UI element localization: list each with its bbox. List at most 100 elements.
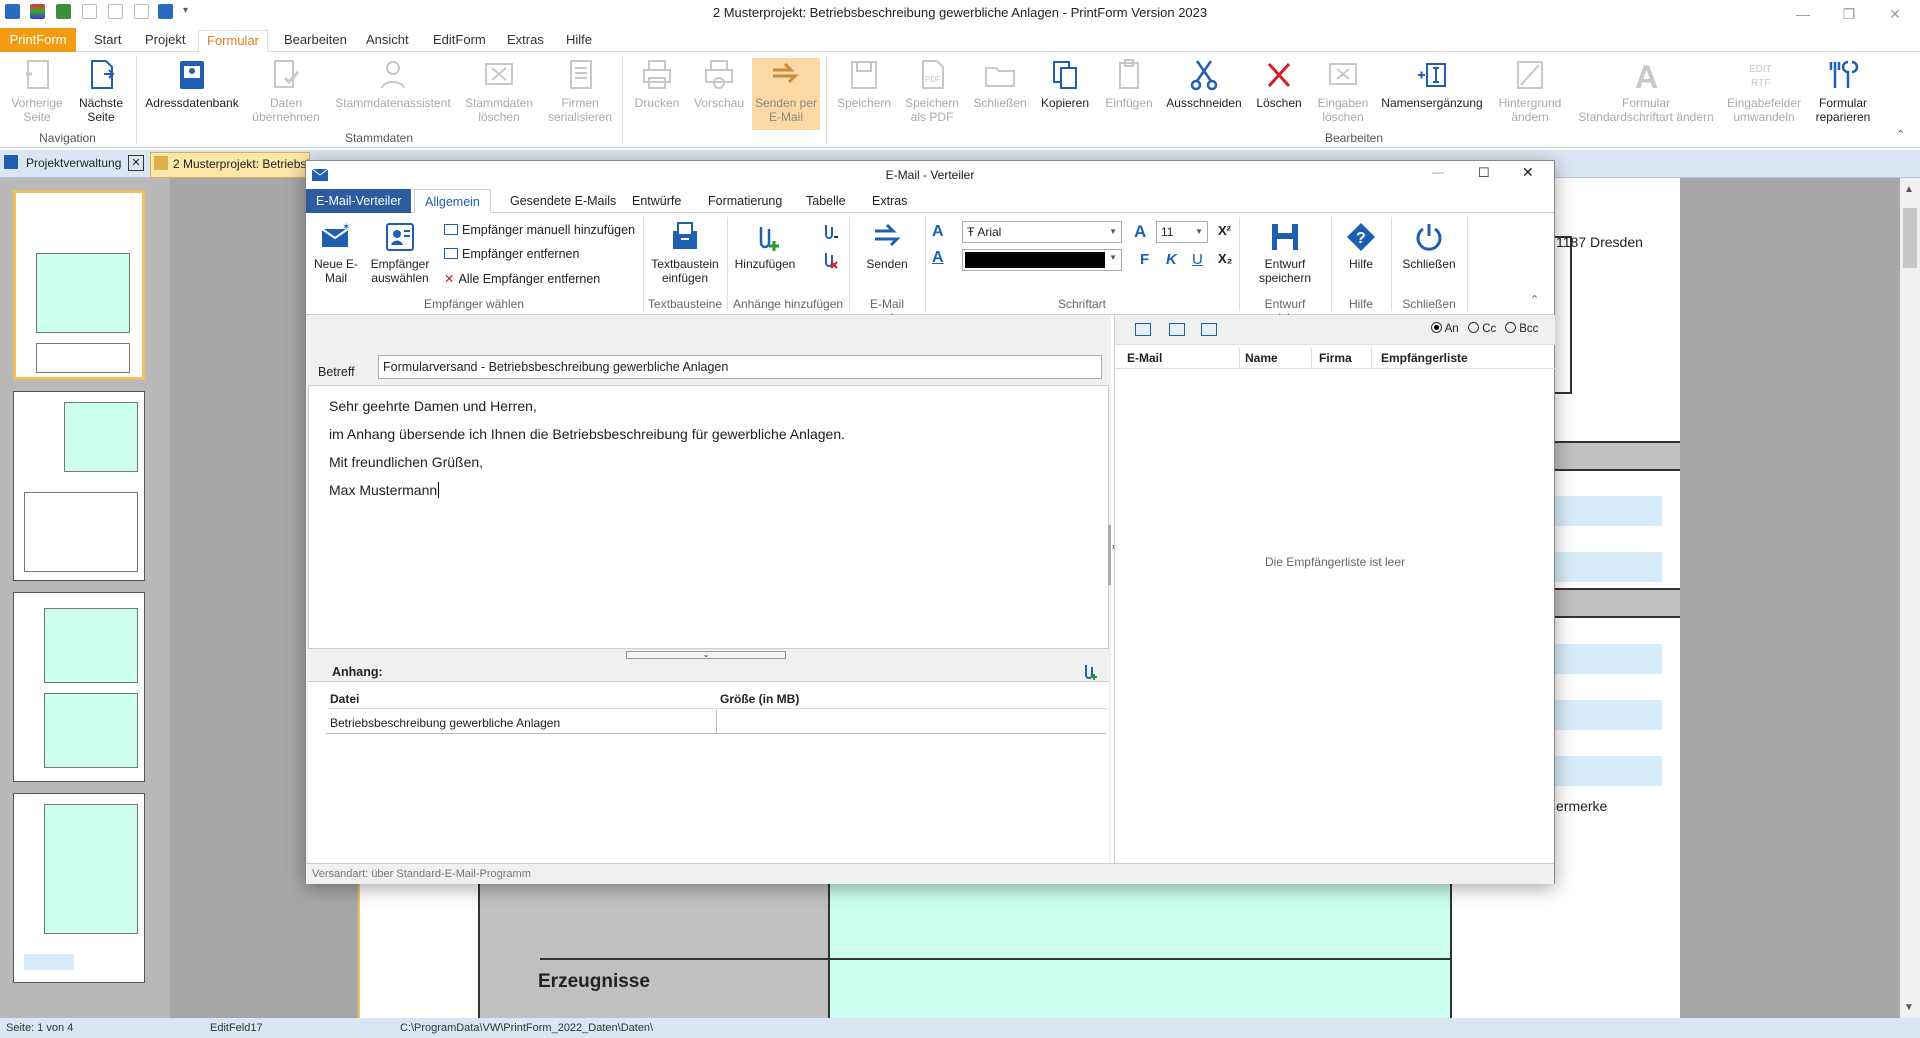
dtab-tabelle[interactable]: Tabelle bbox=[796, 189, 856, 213]
subject-input[interactable]: Formularversand - Betriebsbeschreibung g… bbox=[378, 355, 1102, 379]
remove-attachment-icon[interactable] bbox=[820, 251, 838, 269]
font-color-icon[interactable]: A bbox=[932, 249, 944, 267]
radio-to[interactable]: An bbox=[1431, 322, 1459, 335]
master-assistant-button[interactable]: Stammdatenassistent bbox=[333, 58, 453, 110]
status-page: Seite: 1 von 4 bbox=[6, 1022, 74, 1034]
insert-text-block-button[interactable]: Textbaustein einfügen bbox=[648, 221, 722, 285]
address-db-button[interactable]: Adressdatenbank bbox=[142, 58, 242, 110]
subscript-button[interactable]: X₂ bbox=[1218, 251, 1232, 266]
close-dialog-button[interactable]: Schließen bbox=[1396, 221, 1462, 271]
repair-form-button[interactable]: Formular reparieren bbox=[1806, 58, 1880, 124]
print-button[interactable]: Drucken bbox=[628, 58, 686, 110]
vertical-scrollbar[interactable]: ▲ ▼ bbox=[1900, 178, 1920, 1018]
help-button[interactable]: ? Hilfe bbox=[1336, 221, 1386, 271]
name-extension-button[interactable]: Namensergänzung bbox=[1378, 58, 1486, 110]
send-arrow-icon bbox=[773, 62, 799, 84]
tab-formular[interactable]: Formular bbox=[198, 30, 269, 53]
thumbnail-page-4[interactable] bbox=[13, 793, 145, 983]
tab-hilfe[interactable]: Hilfe bbox=[558, 30, 600, 52]
recipient-add-icon[interactable] bbox=[1135, 323, 1151, 336]
dtab-gesendete[interactable]: Gesendete E-Mails bbox=[500, 189, 626, 213]
subject-label: Betreff bbox=[318, 365, 355, 379]
dtab-formatierung[interactable]: Formatierung bbox=[698, 189, 792, 213]
save-button[interactable]: Speichern bbox=[832, 58, 896, 110]
tab-extras[interactable]: Extras bbox=[499, 30, 552, 52]
add-attachment-button[interactable]: Hinzufügen bbox=[732, 221, 798, 271]
col-email-header[interactable]: E-Mail bbox=[1127, 351, 1162, 365]
tab-editform[interactable]: EditForm bbox=[425, 30, 494, 52]
remove-recipient-button[interactable]: Empfänger entfernen bbox=[444, 247, 579, 261]
close-tab-icon[interactable]: ✕ bbox=[128, 155, 144, 171]
thumbnail-page-2[interactable] bbox=[13, 391, 145, 581]
standard-font-button[interactable]: A Formular Standardschriftart ändern bbox=[1574, 58, 1718, 124]
tab-bearbeiten[interactable]: Bearbeiten bbox=[276, 30, 355, 52]
dgroup-close: Schließen bbox=[1402, 297, 1456, 311]
underline-button[interactable]: U bbox=[1192, 251, 1203, 268]
next-page-button[interactable]: Nächste Seite bbox=[72, 58, 130, 124]
email-body-editor[interactable]: Sehr geehrte Damen und Herren, im Anhang… bbox=[308, 385, 1109, 649]
dialog-maximize-icon[interactable]: ☐ bbox=[1478, 165, 1490, 181]
close-icon[interactable]: ✕ bbox=[1872, 2, 1918, 26]
add-attachment-icon[interactable] bbox=[1080, 663, 1098, 681]
tab-ansicht[interactable]: Ansicht bbox=[358, 30, 417, 52]
attach-file-icon[interactable] bbox=[820, 223, 838, 241]
copy-button[interactable]: Kopieren bbox=[1034, 58, 1096, 110]
body-resize-handle[interactable]: ⌄ bbox=[626, 651, 786, 659]
save-pdf-button[interactable]: PDF Speichern als PDF bbox=[900, 58, 964, 124]
dialog-close-icon[interactable]: ✕ bbox=[1522, 164, 1534, 181]
delete-button[interactable]: Löschen bbox=[1250, 58, 1308, 110]
take-data-button[interactable]: Daten übernehmen bbox=[245, 58, 327, 124]
pick-recipients-button[interactable]: Empfänger auswählen bbox=[366, 221, 434, 285]
cut-button[interactable]: Ausschneiden bbox=[1162, 58, 1246, 110]
new-email-button[interactable]: ✶ Neue E-Mail bbox=[310, 221, 362, 285]
dtab-email-verteiler[interactable]: E-Mail-Verteiler bbox=[306, 189, 412, 213]
recipient-remove-icon[interactable] bbox=[1201, 323, 1217, 336]
recipient-edit-icon[interactable] bbox=[1169, 323, 1185, 336]
superscript-button[interactable]: X² bbox=[1218, 223, 1231, 238]
tab-project-management[interactable]: Projektverwaltung bbox=[26, 156, 121, 170]
save-draft-button[interactable]: Entwurf speichern bbox=[1244, 221, 1326, 285]
minimize-icon[interactable]: — bbox=[1780, 2, 1826, 26]
bold-button[interactable]: F bbox=[1140, 251, 1149, 268]
collapse-dialog-ribbon-icon[interactable]: ⌃ bbox=[1530, 293, 1539, 306]
send-button[interactable]: Senden bbox=[854, 221, 920, 271]
delete-master-button[interactable]: Stammdaten löschen bbox=[458, 58, 540, 124]
font-size-grow-icon[interactable]: A bbox=[1134, 222, 1146, 242]
col-name-header[interactable]: Name bbox=[1245, 351, 1278, 365]
splitter-handle[interactable] bbox=[1108, 525, 1111, 585]
tab-document[interactable]: 2 Musterprojekt: Betriebsbe bbox=[173, 157, 320, 171]
font-color-select[interactable]: ▼ bbox=[962, 249, 1122, 271]
dialog-minimize-icon[interactable]: — bbox=[1432, 165, 1444, 179]
thumbnail-page-3[interactable] bbox=[13, 592, 145, 782]
font-name-select[interactable]: Ŧ Arial ▼ bbox=[962, 221, 1122, 243]
send-email-button[interactable]: Senden per E-Mail bbox=[752, 58, 820, 130]
serialize-button[interactable]: Firmen serialisieren bbox=[544, 58, 616, 124]
radio-bcc[interactable]: Bcc bbox=[1505, 322, 1538, 335]
col-company-header[interactable]: Firma bbox=[1319, 351, 1352, 365]
clear-inputs-button[interactable]: Eingaben löschen bbox=[1310, 58, 1376, 124]
table-row[interactable]: Betriebsbeschreibung gewerbliche Anlagen bbox=[326, 710, 1106, 734]
thumbnail-page-1[interactable] bbox=[13, 190, 145, 380]
group-bearbeiten-label: Bearbeiten bbox=[1324, 131, 1384, 145]
collapse-ribbon-icon[interactable]: ⌃ bbox=[1896, 128, 1905, 141]
dtab-entwuerfe[interactable]: Entwürfe bbox=[622, 189, 691, 213]
paste-button[interactable]: Einfügen bbox=[1098, 58, 1160, 110]
tab-projekt[interactable]: Projekt bbox=[137, 30, 193, 52]
dtab-allgemein[interactable]: Allgemein bbox=[414, 189, 491, 213]
italic-button[interactable]: K bbox=[1166, 251, 1177, 268]
col-list-header[interactable]: Empfängerliste bbox=[1381, 351, 1468, 365]
remove-all-recipients-button[interactable]: ✕ Alle Empfänger entfernen bbox=[444, 271, 600, 286]
restore-icon[interactable]: ❐ bbox=[1826, 2, 1872, 26]
convert-fields-button[interactable]: EDIT RTF Eingabefelder umwandeln bbox=[1724, 58, 1804, 124]
prev-page-button[interactable]: Vorherige Seite bbox=[6, 58, 68, 124]
font-size-select[interactable]: 11 ▼ bbox=[1156, 221, 1208, 243]
dtab-extras[interactable]: Extras bbox=[862, 189, 917, 213]
close-file-button[interactable]: Schließen bbox=[968, 58, 1032, 110]
radio-cc[interactable]: Cc bbox=[1468, 322, 1496, 335]
add-recipient-manual-button[interactable]: Empfänger manuell hinzufügen bbox=[444, 223, 635, 237]
wizard-icon bbox=[381, 61, 405, 89]
background-button[interactable]: Hintergrund ändern bbox=[1492, 58, 1568, 124]
preview-button[interactable]: Vorschau bbox=[690, 58, 748, 110]
tab-start[interactable]: Start bbox=[86, 30, 129, 52]
app-menu-button[interactable]: PrintForm bbox=[0, 28, 76, 52]
